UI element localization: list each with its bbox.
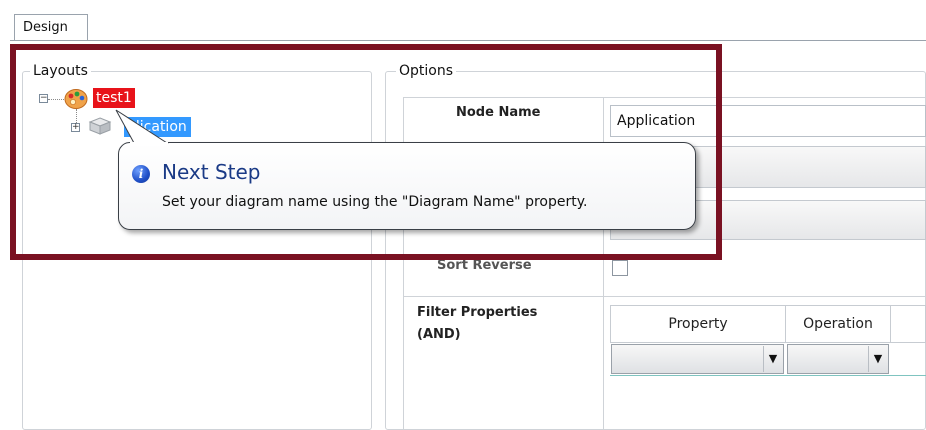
sort-reverse-checkbox[interactable] xyxy=(612,260,628,276)
info-icon: i xyxy=(132,165,150,183)
callout-pointer xyxy=(115,109,169,146)
tab-design-label: Design xyxy=(23,20,68,35)
tab-underline xyxy=(10,40,926,41)
column-header-operation-label: Operation xyxy=(803,316,873,332)
chevron-down-icon[interactable]: ▼ xyxy=(763,346,782,372)
column-header-value[interactable] xyxy=(890,305,926,343)
filter-properties-sublabel: (AND) xyxy=(417,327,461,342)
property-dropdown[interactable]: ▼ xyxy=(611,344,784,374)
chevron-down-icon[interactable]: ▼ xyxy=(868,346,887,372)
callout-message: Set your diagram name using the "Diagram… xyxy=(162,194,588,210)
column-header-operation[interactable]: Operation xyxy=(785,305,891,343)
sort-reverse-label: Sort Reverse xyxy=(437,258,532,273)
operation-dropdown[interactable]: ▼ xyxy=(787,344,889,374)
callout-title: Next Step xyxy=(162,160,261,184)
grid-line-row xyxy=(403,296,926,297)
filter-properties-label: Filter Properties xyxy=(417,305,538,320)
column-header-property-label: Property xyxy=(668,316,728,332)
column-header-property[interactable]: Property xyxy=(610,305,786,343)
next-step-callout xyxy=(118,142,696,230)
tab-design[interactable]: Design xyxy=(14,14,88,40)
